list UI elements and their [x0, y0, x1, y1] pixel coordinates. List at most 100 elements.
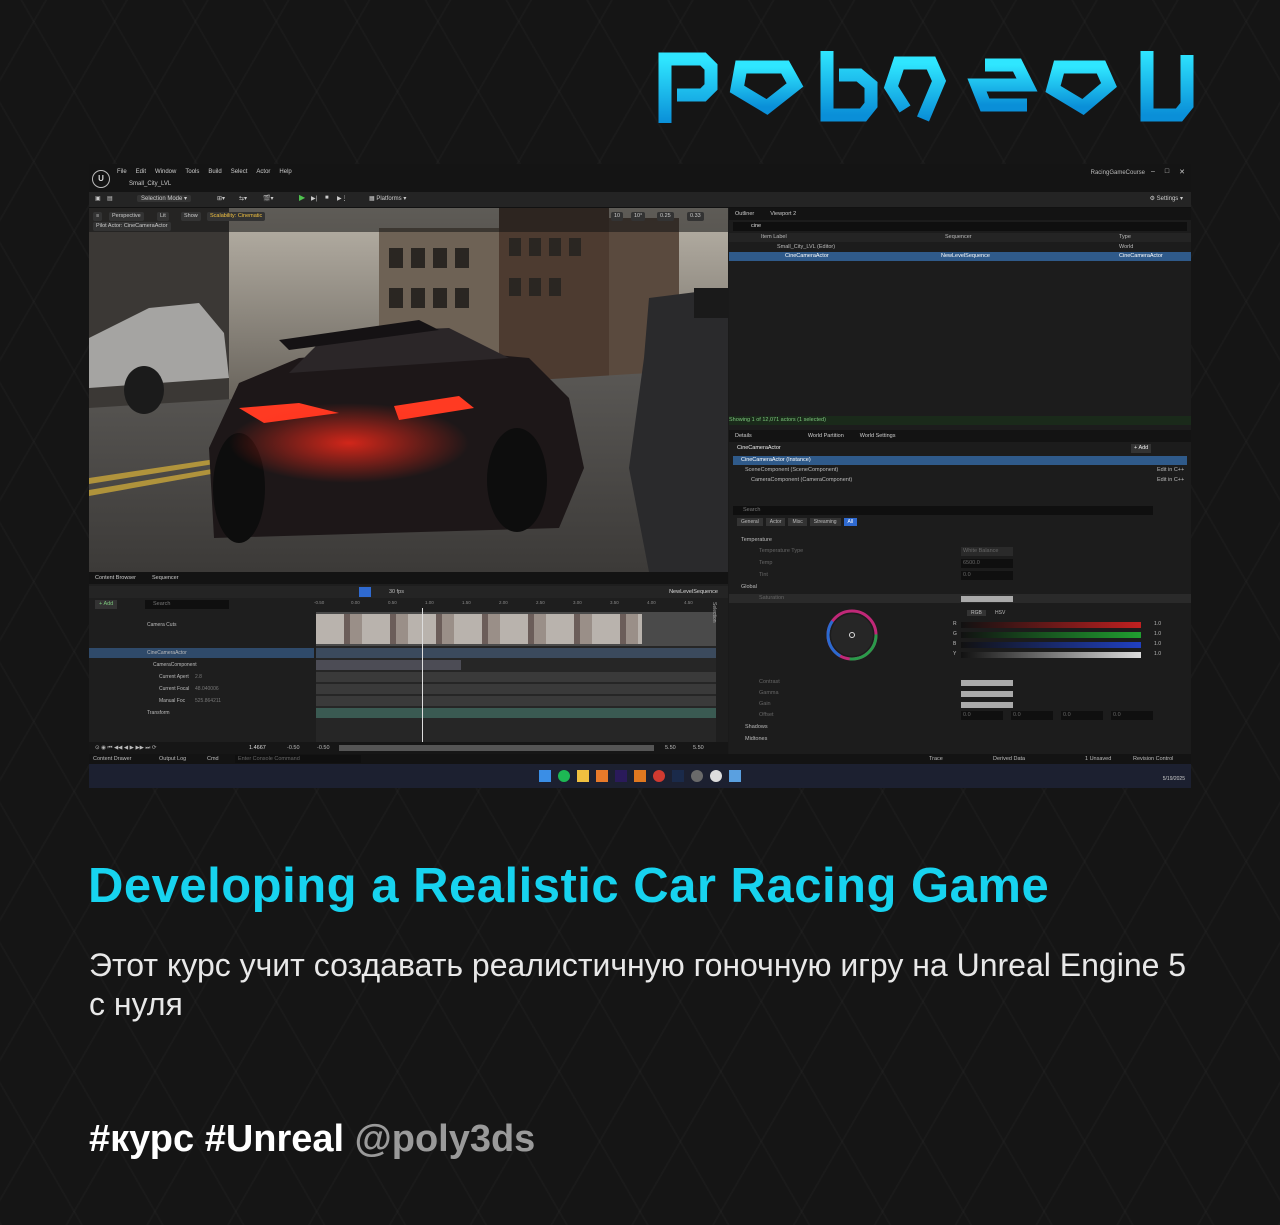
show-button[interactable]: Show: [181, 212, 201, 221]
slider-y[interactable]: Y 1.0: [953, 651, 1161, 658]
rgb-tab[interactable]: RGB: [967, 610, 986, 616]
component-row[interactable]: SceneComponent (SceneComponent) Edit in …: [729, 466, 1191, 475]
section-temperature[interactable]: Temperature: [729, 536, 1191, 545]
spotify-icon[interactable]: [558, 770, 570, 782]
menu-edit[interactable]: Edit: [136, 169, 146, 175]
filter-misc[interactable]: Misc: [788, 518, 807, 526]
edit-cpp-link[interactable]: Edit in C++: [1157, 466, 1184, 475]
component-track-bar[interactable]: [316, 660, 461, 670]
cmd-button[interactable]: Cmd: [207, 754, 219, 764]
output-log-button[interactable]: Output Log: [159, 754, 186, 764]
instance-row[interactable]: CineCameraActor (Instance): [733, 456, 1187, 465]
component-row[interactable]: CameraComponent (CameraComponent) Edit i…: [729, 476, 1191, 485]
section-offset[interactable]: Offset 0.0 0.0 0.0 0.0: [729, 711, 1191, 720]
track-value[interactable]: 2.8: [195, 672, 202, 682]
track-row[interactable]: Transform: [89, 708, 314, 718]
table-row[interactable]: Small_City_LVL (Editor) World: [729, 243, 1191, 252]
section-gamma[interactable]: Gamma: [729, 689, 1191, 698]
add-component-button[interactable]: + Add: [1131, 444, 1152, 453]
track-row[interactable]: Camera Cuts: [89, 620, 314, 630]
section-gain[interactable]: Gain: [729, 700, 1191, 709]
temp-type-select[interactable]: White Balance: [961, 547, 1013, 556]
tasks-icon[interactable]: [691, 770, 703, 782]
track-row[interactable]: CineCameraActor: [89, 648, 314, 658]
contrast-swatch[interactable]: [961, 680, 1013, 686]
range-start[interactable]: -0.50: [287, 742, 300, 754]
transport-controls[interactable]: ⊙ ◉ ⏮ ◀◀ ◀ ▶ ▶▶ ⏭ ⟳: [95, 742, 157, 754]
stop-icon[interactable]: ■: [325, 195, 329, 201]
unreal-logo-icon[interactable]: U: [92, 170, 110, 188]
level-viewport[interactable]: ≡ Perspective Lit Show Scalability: Cine…: [89, 208, 728, 572]
snap-scale[interactable]: 0.25: [657, 212, 674, 221]
tag-course[interactable]: #курс: [89, 1118, 194, 1160]
add-track-button[interactable]: + Add: [95, 600, 118, 609]
content-icon[interactable]: ▤: [107, 195, 113, 202]
slider-r[interactable]: R 1.0: [953, 621, 1161, 628]
start-icon[interactable]: [539, 770, 551, 782]
temp-field[interactable]: 6500.0: [961, 559, 1013, 568]
timeline-ruler[interactable]: -0.50 0.00 0.50 1.00 1.50 2.00 2.50 3.00 3.50 4.0…: [314, 600, 714, 609]
sequencer-search[interactable]: Search: [145, 600, 229, 609]
unreal-taskbar-icon[interactable]: [710, 770, 722, 782]
level-tab[interactable]: Small_City_LVL: [129, 181, 171, 187]
revision-control-button[interactable]: Revision Control: [1133, 754, 1173, 764]
tab-details[interactable]: Details: [735, 430, 752, 442]
perspective-button[interactable]: Perspective: [109, 212, 144, 221]
snap-angle[interactable]: 10°: [631, 212, 646, 221]
offset-r-field[interactable]: 0.0: [961, 711, 1003, 720]
filter-all[interactable]: All: [843, 518, 858, 526]
cinematics-icon[interactable]: 🎬▾: [263, 195, 273, 202]
lit-button[interactable]: Lit: [157, 212, 169, 221]
menu-tools[interactable]: Tools: [185, 169, 199, 175]
tag-unreal[interactable]: #Unreal: [205, 1118, 344, 1160]
blender-icon[interactable]: [596, 770, 608, 782]
tint-field[interactable]: 0.0: [961, 571, 1013, 580]
transform-track[interactable]: [316, 708, 716, 718]
timeline-scrollbar[interactable]: [339, 745, 654, 751]
color-wheel[interactable]: [825, 608, 879, 662]
menu-help[interactable]: Help: [279, 169, 291, 175]
menu-file[interactable]: File: [117, 169, 127, 175]
viewport-options-button[interactable]: ≡: [93, 212, 103, 221]
col-item-label[interactable]: Item Label: [761, 233, 787, 242]
slider-b[interactable]: B 1.0: [953, 641, 1161, 648]
step-icon[interactable]: ▶|: [311, 195, 317, 202]
trace-button[interactable]: Trace: [929, 754, 943, 764]
menu-window[interactable]: Window: [155, 169, 176, 175]
fps-select[interactable]: 30 fps: [389, 586, 404, 598]
aperture-track[interactable]: [316, 672, 716, 682]
offset-g-field[interactable]: 0.0: [1011, 711, 1053, 720]
offset-b-field[interactable]: 0.0: [1061, 711, 1103, 720]
details-search[interactable]: Search: [733, 506, 1153, 515]
tab-sequencer[interactable]: Sequencer: [152, 572, 179, 584]
section-midtones[interactable]: Midtones: [729, 735, 1191, 744]
section-global[interactable]: Global: [729, 583, 1191, 592]
track-value[interactable]: 525.864211: [195, 696, 221, 706]
add-actor-icon[interactable]: ⊞▾: [217, 195, 225, 202]
tab-content-browser[interactable]: Content Browser: [95, 572, 136, 584]
filter-streaming[interactable]: Streaming: [809, 518, 841, 526]
gamma-swatch[interactable]: [961, 691, 1013, 697]
pilot-actor-label[interactable]: Pilot Actor: CineCameraActor: [93, 222, 171, 231]
photoshop-icon[interactable]: [672, 770, 684, 782]
focal-track[interactable]: [316, 684, 716, 694]
maximize-icon[interactable]: □: [1165, 168, 1169, 176]
track-row[interactable]: Manual Foc 525.864211: [89, 696, 314, 706]
chrome-icon[interactable]: [653, 770, 665, 782]
save-icon[interactable]: ▣: [95, 195, 101, 202]
tab-outliner[interactable]: Outliner: [735, 208, 754, 220]
view-end[interactable]: 5.50: [665, 742, 676, 754]
channel-handle[interactable]: @poly3ds: [355, 1118, 536, 1160]
view-start[interactable]: -0.50: [317, 742, 330, 754]
tab-world-settings[interactable]: World Settings: [860, 430, 896, 442]
selection-side-tab[interactable]: Selection: [711, 602, 717, 623]
track-value[interactable]: 48.040006: [195, 684, 219, 694]
gain-swatch[interactable]: [961, 702, 1013, 708]
channel-value[interactable]: 1.0: [1154, 631, 1161, 637]
current-time-field[interactable]: 1.4667: [249, 742, 266, 754]
snap-toggle-icon[interactable]: [359, 587, 371, 597]
launch-icon[interactable]: ▶⋮: [337, 195, 348, 202]
hsv-tab[interactable]: HSV: [991, 610, 1009, 616]
playhead[interactable]: [422, 608, 423, 742]
notepad-icon[interactable]: [729, 770, 741, 782]
